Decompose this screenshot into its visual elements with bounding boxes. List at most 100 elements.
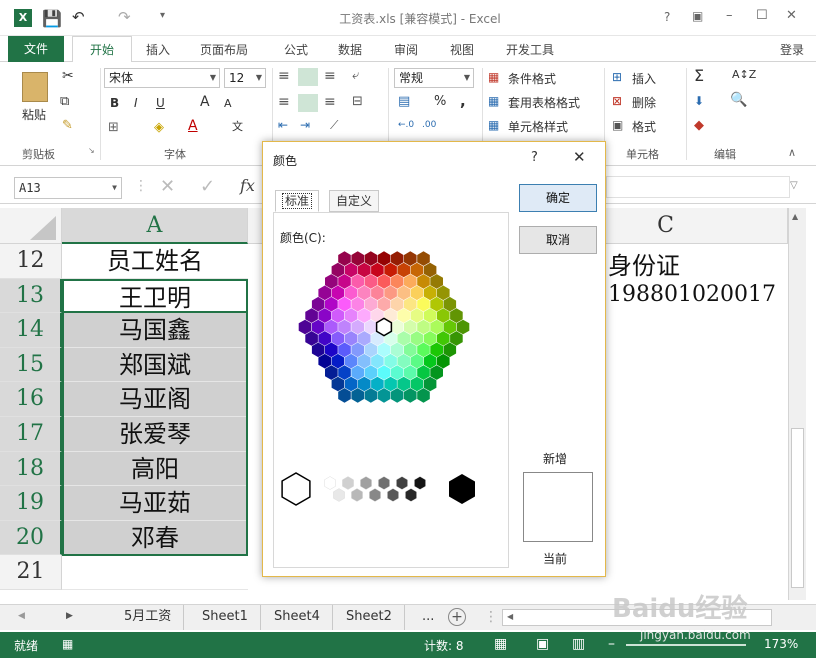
scroll-up-icon[interactable]: ▲ [792, 212, 798, 221]
gray-color-cell[interactable] [324, 476, 336, 490]
vertical-scrollbar[interactable]: ▲ [788, 208, 806, 600]
tab-file[interactable]: 文件 [8, 36, 64, 62]
font-color-icon[interactable]: A [188, 118, 198, 134]
color-cell[interactable] [384, 376, 397, 392]
color-cell[interactable] [404, 388, 417, 403]
copy-icon[interactable]: ⧉ [60, 94, 69, 109]
color-cell[interactable] [305, 331, 318, 346]
color-cell[interactable] [384, 262, 397, 278]
gray-color-cell[interactable] [405, 488, 417, 502]
color-cell[interactable] [417, 342, 430, 358]
color-cell[interactable] [338, 365, 351, 380]
tab-page-layout[interactable]: 页面布局 [200, 41, 248, 58]
color-cell[interactable] [338, 342, 351, 358]
cell-a18[interactable]: 高阳 [62, 451, 248, 487]
color-cell[interactable] [404, 365, 417, 380]
color-cell[interactable] [436, 308, 450, 323]
gray-color-cell[interactable] [396, 476, 408, 490]
fill-icon[interactable]: ⬇ [694, 94, 704, 108]
insert-cells-button[interactable]: 插入 [632, 70, 656, 87]
delete-cells-icon[interactable]: ⊠ [612, 94, 622, 108]
cell-a16[interactable]: 马亚阁 [62, 382, 248, 417]
number-format-combo[interactable]: 常规 ▼ [394, 68, 474, 88]
color-cell[interactable] [344, 331, 358, 346]
cancel-button[interactable]: 取消 [519, 226, 597, 254]
color-cell[interactable] [377, 296, 391, 312]
align-center-icon[interactable] [298, 94, 318, 112]
cell-styles-icon[interactable]: ▦ [488, 118, 499, 132]
color-cell[interactable] [338, 319, 351, 335]
delete-cells-button[interactable]: 删除 [632, 94, 656, 111]
color-cell[interactable] [417, 319, 430, 335]
accounting-format-icon[interactable]: ▤ [398, 94, 410, 109]
tab-formulas[interactable]: 公式 [284, 41, 308, 58]
tab-splitter-icon[interactable]: ⋮ [484, 609, 498, 625]
tab-insert[interactable]: 插入 [146, 41, 170, 58]
scrollbar-thumb[interactable] [791, 428, 804, 588]
color-cell[interactable] [390, 296, 404, 312]
clipboard-launcher-icon[interactable]: ↘ [88, 146, 95, 155]
color-cell[interactable] [371, 353, 384, 369]
color-cell[interactable] [436, 285, 450, 301]
color-cell[interactable] [404, 319, 417, 335]
increase-indent-icon[interactable]: ⇥ [300, 118, 310, 132]
page-layout-view-icon[interactable]: ▣ [536, 636, 549, 652]
gray-color-cell[interactable] [378, 476, 390, 490]
color-cell[interactable] [423, 285, 437, 301]
color-cell[interactable] [390, 274, 404, 289]
color-cell[interactable] [390, 251, 404, 266]
expand-formula-bar-icon[interactable]: ▽ [790, 180, 798, 191]
cell-c13[interactable]: 198801020017 [608, 282, 776, 307]
color-cell[interactable] [357, 262, 371, 278]
color-cell[interactable] [410, 262, 424, 278]
color-cell[interactable] [397, 353, 411, 369]
format-as-table-icon[interactable]: ▦ [488, 94, 499, 108]
row-header[interactable]: 17 [0, 417, 62, 452]
row-header[interactable]: 21 [0, 555, 62, 590]
color-cell[interactable] [331, 285, 345, 301]
color-cell[interactable] [364, 365, 378, 380]
cell-a15[interactable]: 郑国斌 [62, 347, 248, 383]
color-cell[interactable] [371, 331, 384, 346]
color-cell[interactable] [325, 296, 338, 312]
gray-color-cell[interactable] [333, 488, 345, 502]
color-cell[interactable] [377, 319, 391, 335]
row-header[interactable]: 16 [0, 382, 62, 417]
conditional-format-icon[interactable]: ▦ [488, 70, 499, 84]
color-cell[interactable] [430, 319, 443, 335]
format-cells-button[interactable]: 格式 [632, 118, 656, 135]
cell-a14[interactable]: 马国鑫 [62, 313, 248, 348]
scroll-left-icon[interactable]: ◀ [507, 612, 513, 621]
color-cell[interactable] [344, 308, 358, 323]
percent-button[interactable]: % [434, 94, 446, 109]
login-link[interactable]: 登录 [780, 41, 804, 58]
color-cell[interactable] [325, 274, 338, 289]
zoom-out-icon[interactable]: – [608, 636, 615, 652]
confirm-entry-icon[interactable]: ✓ [200, 176, 215, 197]
border-icon[interactable]: ⊞ [108, 120, 119, 135]
increase-decimal-button[interactable]: ←.0 [398, 120, 414, 130]
color-cell[interactable] [298, 319, 312, 335]
insert-function-button[interactable]: fx [240, 176, 255, 195]
dialog-help-button[interactable]: ? [531, 150, 538, 165]
cell-a21[interactable] [62, 555, 248, 590]
color-cell[interactable] [338, 251, 351, 266]
color-cell[interactable] [344, 285, 358, 301]
color-cell[interactable] [325, 365, 338, 380]
color-cell[interactable] [331, 308, 345, 323]
color-cell[interactable] [397, 376, 411, 392]
row-header[interactable]: 13 [0, 278, 62, 314]
color-cell[interactable] [351, 342, 364, 358]
cell-a19[interactable]: 马亚茹 [62, 486, 248, 521]
color-cell[interactable] [390, 388, 404, 403]
gray-color-cell[interactable] [369, 488, 381, 502]
scroll-tabs-left-icon[interactable]: ◀ [18, 611, 25, 621]
color-cell[interactable] [364, 296, 378, 312]
color-cell[interactable] [404, 342, 417, 358]
cell-a20[interactable]: 邓春 [62, 520, 248, 556]
color-cell[interactable] [410, 285, 424, 301]
black-color-cell[interactable] [449, 474, 475, 504]
color-cell[interactable] [351, 388, 364, 403]
scroll-tabs-right-icon[interactable]: ▶ [66, 611, 73, 621]
row-header[interactable]: 12 [0, 244, 62, 279]
